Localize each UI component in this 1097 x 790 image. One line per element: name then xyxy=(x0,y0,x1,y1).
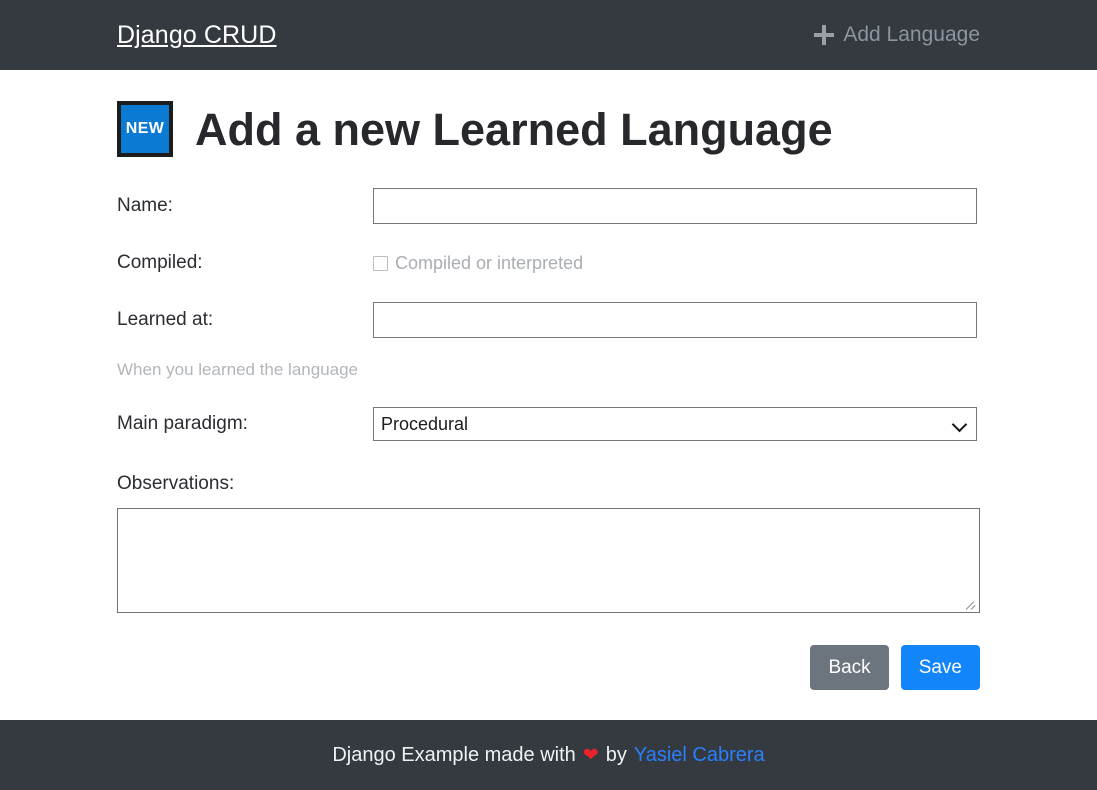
navbar-actions: Add Language xyxy=(814,23,980,47)
heart-icon: ❤ xyxy=(582,744,599,766)
observations-textarea[interactable] xyxy=(117,508,980,613)
learned-at-help-text: When you learned the language xyxy=(117,360,359,379)
learned-at-label: Learned at: xyxy=(117,309,214,330)
paradigm-select[interactable]: Procedural xyxy=(373,407,977,441)
field-row-paradigm: Main paradigm: Procedural xyxy=(117,407,980,441)
page-footer: Django Example made with ❤ by Yasiel Cab… xyxy=(0,720,1097,790)
language-form: Name: Compiled: Compiled or interpreted … xyxy=(117,188,980,690)
page-header: NEW Add a new Learned Language xyxy=(117,101,980,157)
chevron-down-icon xyxy=(953,418,966,431)
compiled-field-zone: Compiled or interpreted xyxy=(373,253,980,274)
learned-at-input[interactable] xyxy=(373,302,977,338)
compiled-checkbox-caption: Compiled or interpreted xyxy=(395,252,584,273)
paradigm-label: Main paradigm: xyxy=(117,413,248,434)
name-input[interactable] xyxy=(373,188,977,224)
add-language-link[interactable]: Add Language xyxy=(843,23,980,47)
paradigm-selected-value: Procedural xyxy=(381,413,469,434)
author-link[interactable]: Yasiel Cabrera xyxy=(634,744,765,767)
observations-wrapper xyxy=(117,508,980,613)
name-field-zone xyxy=(373,188,980,224)
paradigm-field-zone: Procedural xyxy=(373,407,980,441)
form-actions: Back Save xyxy=(117,645,980,690)
footer-text-before: Django Example made with xyxy=(332,743,576,766)
back-button[interactable]: Back xyxy=(810,645,889,690)
compiled-checkbox-row[interactable]: Compiled or interpreted xyxy=(373,253,980,274)
plus-icon xyxy=(814,25,835,45)
page-title: Add a new Learned Language xyxy=(195,103,833,155)
top-navbar: Django CRUD Add Language xyxy=(0,0,1097,70)
new-badge: NEW xyxy=(117,101,173,157)
field-row-learned-at: Learned at: xyxy=(117,302,980,338)
learned-at-field-zone xyxy=(373,302,980,338)
save-button[interactable]: Save xyxy=(900,645,980,690)
footer-credit: Django Example made with ❤ by Yasiel Cab… xyxy=(332,744,764,767)
brand-link[interactable]: Django CRUD xyxy=(117,21,277,50)
compiled-label: Compiled: xyxy=(117,252,203,273)
field-row-name: Name: xyxy=(117,188,980,224)
new-badge-label: NEW xyxy=(125,120,165,137)
field-row-compiled: Compiled: Compiled or interpreted xyxy=(117,252,980,274)
footer-text-middle: by xyxy=(605,743,627,766)
compiled-checkbox[interactable] xyxy=(373,255,388,271)
name-label: Name: xyxy=(117,195,173,216)
observations-label: Observations: xyxy=(117,473,235,494)
main-container: NEW Add a new Learned Language Name: Com… xyxy=(0,101,1097,690)
